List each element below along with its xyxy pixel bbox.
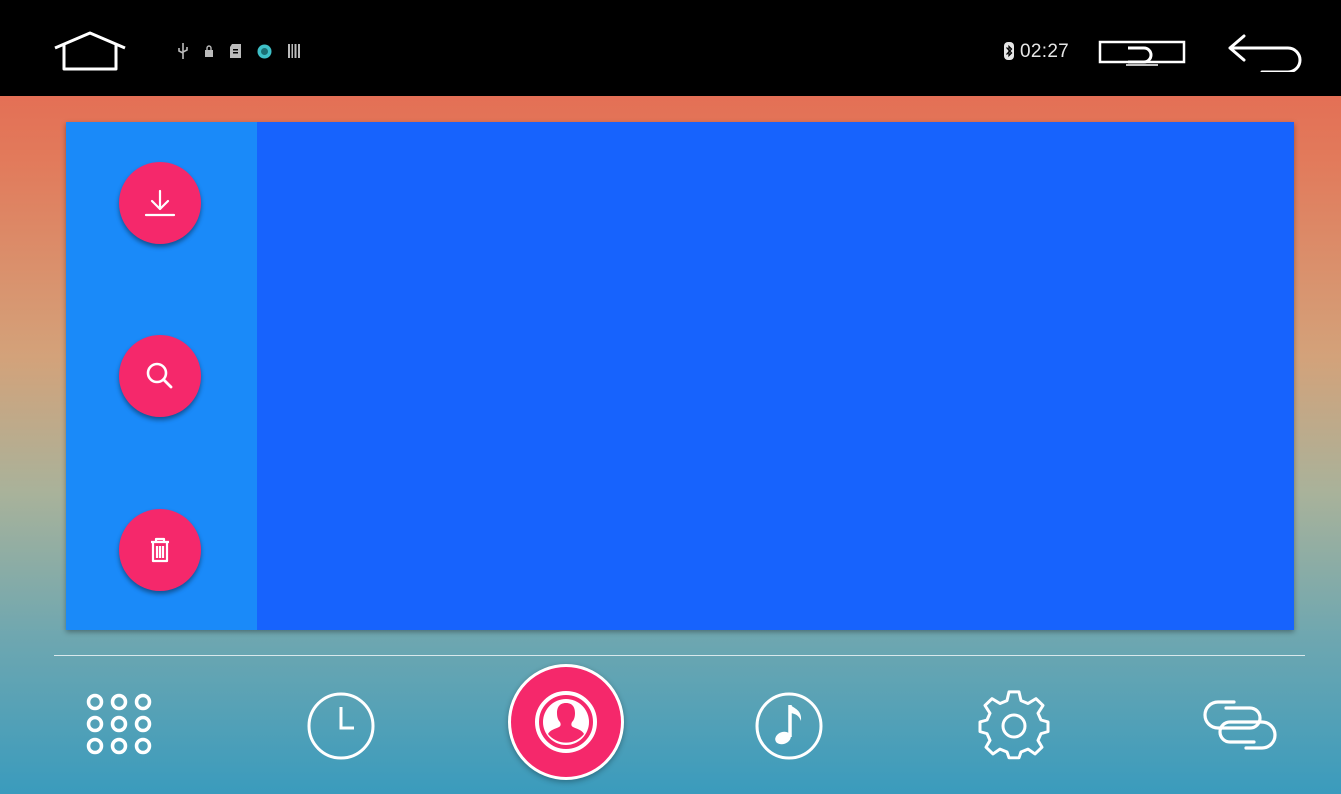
download-button[interactable]: [119, 162, 201, 244]
usb-icon: [178, 43, 188, 59]
sd-card-icon: [230, 44, 241, 58]
lock-icon: [205, 45, 213, 57]
display-mode-icon[interactable]: [1098, 40, 1186, 66]
gear-icon: [978, 690, 1050, 760]
notification-icons: [178, 42, 300, 60]
contact-icon: [535, 691, 597, 753]
nav-link[interactable]: [1200, 696, 1280, 754]
music-note-icon: [755, 692, 823, 760]
clock: 02:27: [1020, 41, 1070, 62]
dialpad-icon: [86, 693, 152, 755]
action-rail: [66, 122, 257, 630]
content-panel: [66, 122, 1294, 630]
delete-button[interactable]: [119, 509, 201, 591]
nav-music[interactable]: [754, 691, 824, 761]
home-icon[interactable]: [52, 30, 128, 72]
clock-icon: [307, 692, 375, 760]
trash-icon: [151, 537, 169, 563]
nav-recent-calls[interactable]: [306, 691, 376, 761]
bluetooth-icon: [1004, 42, 1014, 60]
status-bar: 02:27: [0, 0, 1341, 96]
nav-contacts[interactable]: [508, 664, 624, 780]
nav-settings[interactable]: [978, 690, 1050, 762]
search-button[interactable]: [119, 335, 201, 417]
divider: [54, 655, 1305, 656]
back-icon[interactable]: [1226, 32, 1306, 74]
barcode-icon: [288, 44, 300, 58]
android-debug-icon: [257, 44, 272, 58]
nav-keypad[interactable]: [83, 692, 155, 756]
link-icon: [1203, 700, 1277, 750]
search-icon: [146, 362, 173, 389]
download-icon: [144, 189, 176, 217]
